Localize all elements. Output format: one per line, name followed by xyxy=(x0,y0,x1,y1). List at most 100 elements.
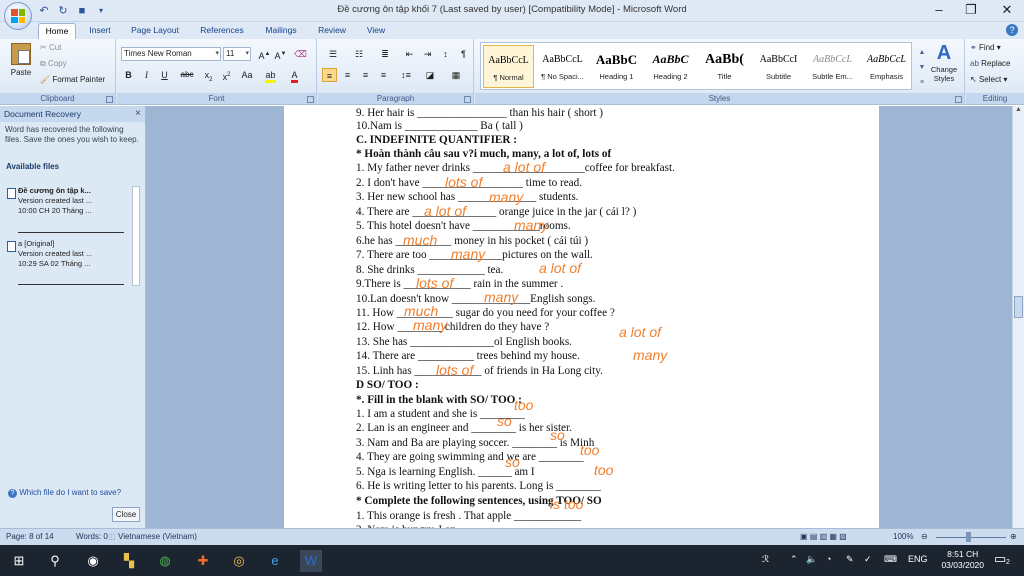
proofing-icon[interactable]: ◫ xyxy=(108,529,116,545)
zoom-slider[interactable] xyxy=(936,537,1006,538)
tab-references[interactable]: References xyxy=(194,23,250,39)
styles-launcher-icon[interactable] xyxy=(955,96,962,103)
shrink-font-icon[interactable]: A▼ xyxy=(273,47,288,61)
minimize-button[interactable]: – xyxy=(924,0,954,22)
files-icon[interactable]: ▚ xyxy=(118,550,140,572)
style-title[interactable]: AaBb(Title xyxy=(699,45,750,88)
windows-start-icon[interactable]: ⊞ xyxy=(8,550,30,572)
find-button[interactable]: ⚭ Find ▾ xyxy=(970,43,1001,52)
recovery-pane-scrollbar[interactable] xyxy=(132,186,140,286)
tab-view[interactable]: View xyxy=(360,23,392,39)
italic-icon[interactable]: I xyxy=(139,68,154,82)
style-subtle-emphasis[interactable]: AaBbCcL Subtle Em... xyxy=(807,45,858,88)
recovered-file-item[interactable]: a [Original] Version created last ... 10… xyxy=(18,239,140,269)
show-marks-icon[interactable]: ¶ xyxy=(456,47,471,61)
font-name-combo[interactable]: Times New Roman ▾ xyxy=(121,47,221,61)
close-recovery-button[interactable]: Close xyxy=(112,507,140,522)
language-status[interactable]: Vietnamese (Vietnam) xyxy=(118,529,197,545)
decrease-indent-icon[interactable]: ⇤ xyxy=(402,47,417,61)
tray-chevron-icon[interactable]: ⌃ xyxy=(790,554,798,565)
replace-button[interactable]: ab Replace xyxy=(970,59,1011,68)
font-color-icon[interactable]: A xyxy=(287,68,302,83)
paragraph-launcher-icon[interactable] xyxy=(464,96,471,103)
search-icon[interactable]: ⚲ xyxy=(44,550,66,572)
copy-button[interactable]: ⧉ Copy xyxy=(40,59,67,69)
underline-icon[interactable]: U xyxy=(157,68,172,82)
office-button[interactable] xyxy=(4,2,32,30)
tab-page-layout[interactable]: Page Layout xyxy=(126,23,184,39)
font-launcher-icon[interactable] xyxy=(307,96,314,103)
close-window-button[interactable]: ✕ xyxy=(992,0,1022,22)
numbering-icon[interactable]: ☷ xyxy=(348,47,370,61)
keyboard-icon[interactable]: ⌨ xyxy=(884,554,897,565)
align-center-icon[interactable]: ≡ xyxy=(340,68,355,82)
zoom-level[interactable]: 100% xyxy=(893,529,913,545)
language-indicator[interactable]: ENG xyxy=(908,554,928,564)
style-heading-2[interactable]: AaBbC Heading 2 xyxy=(645,45,696,88)
cut-button[interactable]: ✂ Cut xyxy=(40,43,61,52)
bullets-icon[interactable]: ☰ xyxy=(322,47,344,61)
pen-icon[interactable]: ✎ xyxy=(846,554,854,565)
style-normal[interactable]: AaBbCcL ¶ Normal xyxy=(483,45,534,88)
paste-button[interactable]: Paste xyxy=(8,43,34,77)
tab-mailings[interactable]: Mailings xyxy=(258,23,304,39)
align-left-icon[interactable]: ≡ xyxy=(322,68,337,82)
clock[interactable]: 8:51 CH 03/03/2020 xyxy=(941,549,984,571)
which-file-help-link[interactable]: ? Which file do I want to save? xyxy=(8,488,121,498)
line-spacing-icon[interactable]: ↕≡ xyxy=(396,68,416,82)
scroll-thumb[interactable] xyxy=(1014,296,1023,318)
select-button[interactable]: ↖ Select ▾ xyxy=(970,75,1007,84)
recovered-file-item[interactable]: Đề cương ôn tập k... Version created las… xyxy=(18,186,140,216)
style-emphasis[interactable]: AaBbCcL Emphasis xyxy=(861,45,912,88)
change-styles-button[interactable]: A Change Styles xyxy=(928,41,960,83)
align-right-icon[interactable]: ≡ xyxy=(358,68,373,82)
change-case-icon[interactable]: Aa xyxy=(237,68,257,82)
volume-icon[interactable]: 🔈 xyxy=(806,554,817,565)
vertical-scrollbar[interactable]: ▲ xyxy=(1012,106,1024,528)
document-page[interactable]: 9. Her hair is ________________ than his… xyxy=(284,106,879,528)
justify-icon[interactable]: ≡ xyxy=(376,68,391,82)
chrome-icon[interactable]: ◎ xyxy=(228,550,250,572)
increase-indent-icon[interactable]: ⇥ xyxy=(420,47,435,61)
zoom-in-icon[interactable]: ⊕ xyxy=(1010,529,1017,545)
security-app-icon[interactable]: ✚ xyxy=(192,550,214,572)
media-app-icon[interactable]: ◍ xyxy=(154,550,176,572)
zoom-out-icon[interactable]: ⊖ xyxy=(921,529,928,545)
people-icon[interactable]: ℛ xyxy=(762,554,769,565)
sort-icon[interactable]: ↕ xyxy=(438,47,453,61)
help-icon[interactable]: ? xyxy=(1006,24,1018,36)
ime-icon[interactable]: ✓ xyxy=(864,554,872,565)
style-subtitle[interactable]: AaBbCcI Subtitle xyxy=(753,45,804,88)
strikethrough-icon[interactable]: abc xyxy=(177,68,197,82)
format-painter-button[interactable]: 🖌 Format Painter xyxy=(40,75,105,84)
bold-icon[interactable]: B xyxy=(121,68,136,82)
tab-insert[interactable]: Insert xyxy=(82,23,118,39)
zoom-slider-thumb[interactable] xyxy=(966,532,971,542)
highlight-icon[interactable]: ab xyxy=(263,68,278,83)
superscript-icon[interactable]: x2 xyxy=(219,68,234,82)
restore-button[interactable]: ❐ xyxy=(956,0,986,22)
font-size-combo[interactable]: 11 ▾ xyxy=(223,47,251,61)
notification-icon[interactable]: ▭ xyxy=(994,551,1006,567)
tab-review[interactable]: Review xyxy=(312,23,352,39)
view-buttons[interactable]: ▣ ▤ ▥ ▦ ▧ xyxy=(800,529,847,545)
network-icon[interactable]: ◔ xyxy=(826,554,831,564)
multilevel-list-icon[interactable]: ≣ xyxy=(374,47,396,61)
tab-home[interactable]: Home xyxy=(38,23,76,39)
gallery-scroll-icon[interactable]: ▲ ▼ ≡ xyxy=(916,45,928,90)
shading-icon[interactable]: ◪ xyxy=(420,68,440,82)
page-count[interactable]: Page: 8 of 14 xyxy=(6,529,54,545)
app-icon[interactable]: ◉ xyxy=(82,550,104,572)
close-icon[interactable]: × xyxy=(135,106,141,122)
edge-icon[interactable]: e xyxy=(264,550,286,572)
word-count[interactable]: Words: 0 xyxy=(76,529,108,545)
grow-font-icon[interactable]: A▲ xyxy=(257,47,272,61)
clipboard-launcher-icon[interactable] xyxy=(106,96,113,103)
scroll-up-icon[interactable]: ▲ xyxy=(1013,106,1024,113)
word-taskbar-icon[interactable]: W xyxy=(300,550,322,572)
borders-icon[interactable]: ▦ xyxy=(446,68,466,82)
style-no-spacing[interactable]: AaBbCcL ¶ No Spaci... xyxy=(537,45,588,88)
style-heading-1[interactable]: AaBbC Heading 1 xyxy=(591,45,642,88)
subscript-icon[interactable]: x2 xyxy=(201,68,216,83)
clear-formatting-icon[interactable]: ⌫ xyxy=(293,47,308,61)
